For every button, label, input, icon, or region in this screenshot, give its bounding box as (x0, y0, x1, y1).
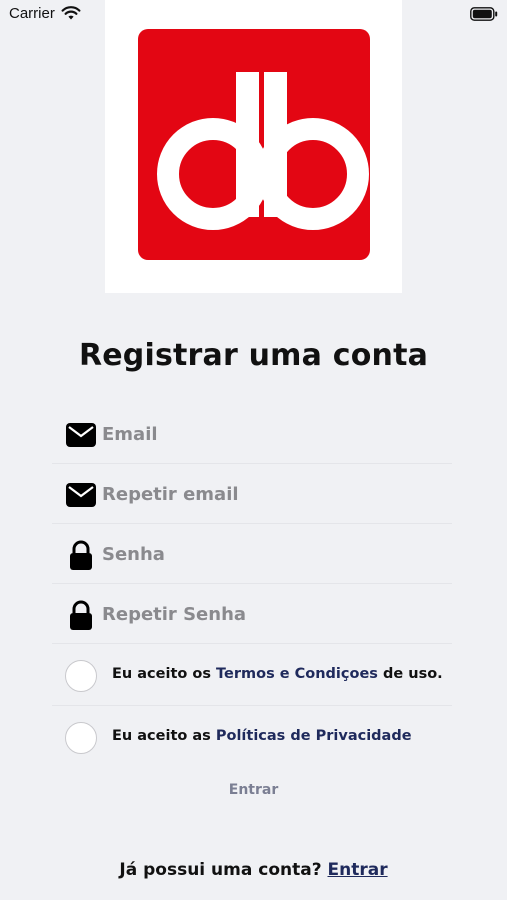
repeat-password-field[interactable] (102, 594, 442, 634)
terms-prefix: Eu aceito os (112, 666, 217, 682)
password-row (52, 524, 452, 584)
footer-text: Já possui uma conta? (119, 860, 322, 880)
battery-icon (470, 7, 498, 21)
email-field[interactable] (102, 414, 442, 454)
privacy-label: Eu aceito as Políticas de Privacidade (112, 728, 412, 744)
db-logo-mark (157, 72, 369, 230)
page-title: Registrar uma conta (78, 338, 429, 373)
submit-button[interactable]: Entrar (0, 782, 507, 798)
privacy-row: Eu aceito as Políticas de Privacidade (52, 708, 452, 768)
mail-icon (66, 420, 96, 450)
terms-label: Eu aceito os Termos e Condiçoes de uso. (112, 666, 443, 682)
app-logo (138, 29, 370, 260)
lock-icon (66, 540, 96, 570)
repeat-email-row (52, 464, 452, 524)
terms-link[interactable]: Termos e Condiçoes (216, 666, 378, 682)
lock-icon (66, 600, 96, 630)
privacy-prefix: Eu aceito as (112, 728, 216, 744)
email-row (52, 404, 452, 464)
repeat-password-row (52, 584, 452, 644)
mail-icon (66, 480, 96, 510)
logo-panel (105, 0, 402, 293)
login-link[interactable]: Entrar (328, 860, 388, 880)
terms-row: Eu aceito os Termos e Condiçoes de uso. (52, 646, 452, 706)
privacy-link[interactable]: Políticas de Privacidade (216, 728, 412, 744)
terms-suffix: de uso. (377, 666, 443, 682)
footer: Já possui uma conta? Entrar (0, 860, 507, 880)
password-field[interactable] (102, 534, 442, 574)
privacy-checkbox[interactable] (65, 722, 97, 754)
terms-checkbox[interactable] (65, 660, 97, 692)
repeat-email-field[interactable] (102, 474, 442, 514)
